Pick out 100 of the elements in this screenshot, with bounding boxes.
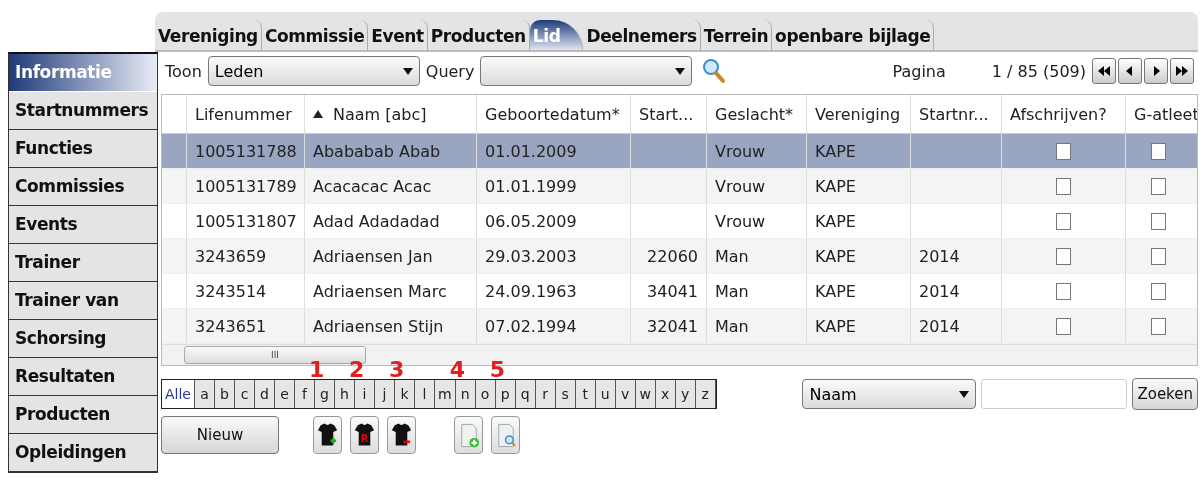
column-header[interactable]: Start... <box>639 104 694 124</box>
table-cell: KAPE <box>815 281 856 301</box>
page-count: 1 / 85 (509) <box>991 61 1086 81</box>
new-button[interactable]: Nieuw <box>161 416 279 454</box>
table-cell: Man <box>715 246 749 266</box>
checkbox[interactable] <box>1150 142 1166 160</box>
tab[interactable]: openbare bijlage <box>772 20 935 50</box>
shirt-button[interactable]: R <box>350 416 379 454</box>
double-right-arrow-icon <box>1175 65 1189 77</box>
sidebar-item[interactable]: Resultaten <box>9 358 157 396</box>
table-cell: 1005131788 <box>195 141 297 161</box>
shirt-minus-button[interactable] <box>387 416 416 454</box>
table-cell: KAPE <box>815 141 856 161</box>
column-header[interactable]: Geslacht* <box>715 104 794 124</box>
letter-filter[interactable]: j <box>375 380 395 408</box>
column-header[interactable]: Startnr... <box>919 104 989 124</box>
table-cell: 06.05.2009 <box>485 211 577 231</box>
column-header[interactable]: Geboortedatum* <box>485 104 620 124</box>
tab[interactable]: Terrein <box>700 20 773 50</box>
letter-filter[interactable]: m <box>435 380 456 408</box>
letter-filter[interactable]: p <box>495 380 516 408</box>
document-add-button[interactable] <box>454 416 483 454</box>
tab[interactable]: Vereniging <box>155 20 262 50</box>
sidebar-item[interactable]: Producten <box>9 396 157 434</box>
table-cell: 3243651 <box>195 316 267 336</box>
sidebar-item[interactable]: Functies <box>9 130 157 168</box>
document-search-button[interactable] <box>491 416 520 454</box>
column-header[interactable]: Vereniging <box>815 104 901 124</box>
letter-filter[interactable]: u <box>595 380 616 408</box>
query-dropdown[interactable] <box>480 56 693 86</box>
sidebar-item[interactable]: Trainer <box>9 244 157 282</box>
shirt-plus-button[interactable] <box>313 416 342 454</box>
table-row[interactable]: 1005131788 Abababab Abab 01.01.2009 Vrouw KAPE <box>162 134 1197 169</box>
sidebar-item[interactable]: Startnummers <box>9 92 157 130</box>
toon-dropdown[interactable]: Leden <box>207 56 420 86</box>
letter-filter[interactable]: g <box>315 380 335 408</box>
table-row[interactable]: 3243659 Adriaensen Jan 29.03.2003 22060 Man KAPE 2014 <box>162 239 1197 274</box>
letter-filter[interactable]: v <box>615 380 636 408</box>
letter-filter[interactable]: l <box>415 380 435 408</box>
checkbox[interactable] <box>1056 317 1071 335</box>
search-button[interactable]: Zoeken <box>1132 378 1198 410</box>
sidebar-item[interactable]: Commissies <box>9 168 157 206</box>
letter-filter[interactable]: y <box>675 380 696 408</box>
checkbox[interactable] <box>1056 177 1071 195</box>
letter-filter[interactable]: h <box>335 380 355 408</box>
toon-label: Toon <box>165 61 202 81</box>
table-cell: Man <box>715 316 749 336</box>
checkbox[interactable] <box>1150 282 1166 300</box>
letter-filter[interactable]: i <box>355 380 375 408</box>
letter-filter[interactable]: b <box>215 380 235 408</box>
table-cell: 34041 <box>647 281 698 301</box>
last-page-button[interactable] <box>1170 58 1194 84</box>
sidebar-item[interactable]: Informatie <box>9 54 157 92</box>
letter-filter[interactable]: f <box>295 380 315 408</box>
letter-filter[interactable]: c <box>235 380 255 408</box>
letter-filter[interactable]: r <box>535 380 556 408</box>
letter-filter[interactable]: o <box>475 380 496 408</box>
search-icon[interactable] <box>702 58 727 84</box>
checkbox[interactable] <box>1056 247 1071 265</box>
search-field-dropdown[interactable]: Naam <box>802 379 977 409</box>
letter-filter[interactable]: n <box>455 380 476 408</box>
letter-filter[interactable]: a <box>195 380 215 408</box>
letter-filter[interactable]: x <box>655 380 676 408</box>
double-left-arrow-icon <box>1097 65 1111 77</box>
table-row[interactable]: 1005131789 Acacacac Acac 01.01.1999 Vrouw KAPE <box>162 169 1197 204</box>
letter-filter[interactable]: z <box>695 380 716 408</box>
checkbox[interactable] <box>1150 317 1166 335</box>
sidebar-item[interactable]: Opleidingen <box>9 434 157 472</box>
letter-filter[interactable]: k <box>395 380 415 408</box>
checkbox[interactable] <box>1056 142 1071 160</box>
previous-page-button[interactable] <box>1118 58 1142 84</box>
column-header[interactable]: Naam [abc] <box>313 104 427 124</box>
sidebar-item[interactable]: Trainer van <box>9 282 157 320</box>
letter-filter[interactable]: Alle <box>162 380 195 408</box>
table-cell: Vrouw <box>715 141 766 161</box>
first-page-button[interactable] <box>1092 58 1116 84</box>
column-header[interactable]: Lifenummer <box>195 104 292 124</box>
checkbox[interactable] <box>1056 282 1071 300</box>
checkbox[interactable] <box>1150 212 1166 230</box>
query-label: Query <box>425 61 475 81</box>
letter-filter[interactable]: q <box>515 380 536 408</box>
letter-filter[interactable]: t <box>575 380 596 408</box>
sidebar-item[interactable]: Events <box>9 206 157 244</box>
checkbox[interactable] <box>1056 212 1071 230</box>
letter-filter[interactable]: s <box>555 380 576 408</box>
table-row[interactable]: 3243651 Adriaensen Stijn 07.02.1994 32041 Man KAPE 2014 <box>162 309 1197 344</box>
letter-filter[interactable]: w <box>635 380 656 408</box>
letter-filter[interactable]: d <box>255 380 275 408</box>
sidebar-item[interactable]: Schorsing <box>9 320 157 358</box>
table-cell: 2014 <box>919 246 960 266</box>
table-cell: Man <box>715 281 749 301</box>
column-header[interactable]: Afschrijven? <box>1010 104 1107 124</box>
checkbox[interactable] <box>1150 247 1166 265</box>
letter-filter[interactable]: e <box>275 380 295 408</box>
table-cell: 2014 <box>919 281 960 301</box>
next-page-button[interactable] <box>1144 58 1168 84</box>
search-field[interactable] <box>981 379 1128 409</box>
checkbox[interactable] <box>1150 177 1166 195</box>
table-cell: 32041 <box>647 316 698 336</box>
table-cell: KAPE <box>815 316 856 336</box>
